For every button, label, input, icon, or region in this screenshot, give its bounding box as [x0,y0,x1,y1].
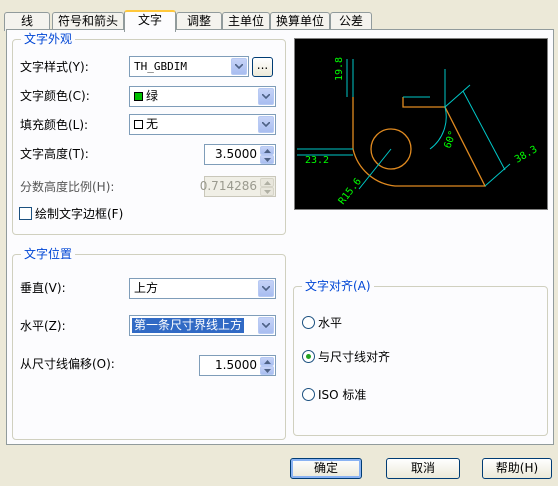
empty-swatch-icon [134,120,143,129]
text-style-label: 文字样式(Y): [20,60,89,74]
browse-style-button[interactable]: ... [252,57,273,77]
text-style-value: TH_GBDIM [134,60,187,73]
horizontal-value: 第一条尺寸界线上方 [132,318,245,333]
preview-drawing: 19.8 23.2 60° 38.3 R15.6 [297,57,539,207]
fraction-height-label: 分数高度比例(H): [20,180,115,194]
offset-label: 从尺寸线偏移(O): [20,357,115,371]
text-color-label: 文字颜色(C): [20,89,90,103]
text-height-spinner[interactable]: 3.5000 [204,144,276,165]
spin-up-icon[interactable] [260,357,274,366]
group-title: 文字外观 [21,32,76,46]
spin-up-icon[interactable] [260,146,274,155]
align-iso-label: ISO 标准 [318,388,367,402]
chevron-down-icon[interactable] [258,116,274,133]
text-height-value: 3.5000 [215,147,257,161]
text-color-value: 绿 [134,89,158,104]
align-with-dimline-radio[interactable] [302,350,315,363]
color-swatch-icon [134,92,143,101]
chevron-down-icon[interactable] [231,58,247,75]
dimension-preview: 19.8 23.2 60° 38.3 R15.6 [294,38,548,210]
offset-spinner[interactable]: 1.5000 [199,355,276,376]
align-iso-radio[interactable] [302,388,315,401]
spin-down-icon [260,187,274,196]
chevron-down-icon[interactable] [258,280,274,297]
vertical-label: 垂直(V): [20,281,66,295]
fill-color-label: 填充颜色(L): [20,118,89,132]
fill-color-select[interactable]: 无 [129,114,276,135]
preview-dim-radius: R15.6 [337,176,364,206]
fraction-height-value: 0.714286 [199,179,257,193]
spin-down-icon[interactable] [260,155,274,164]
radio-selected-icon [306,354,311,359]
group-title: 文字位置 [21,247,76,261]
spin-down-icon[interactable] [260,366,274,375]
text-color-select[interactable]: 绿 [129,86,276,107]
horizontal-select[interactable]: 第一条尺寸界线上方 [129,315,276,336]
draw-frame-label: 绘制文字边框(F) [35,207,124,221]
chevron-down-icon[interactable] [258,317,274,334]
preview-dim-right: 38.3 [513,144,539,166]
offset-value: 1.5000 [215,358,257,372]
ok-button[interactable]: 确定 [290,458,362,479]
spin-up-icon [260,178,274,187]
text-style-select[interactable]: TH_GBDIM [129,56,249,77]
align-horizontal-label: 水平 [318,316,343,330]
preview-dim-angle: 60° [442,129,459,150]
draw-frame-checkbox[interactable] [19,207,32,220]
fraction-height-spinner: 0.714286 [200,176,276,197]
text-height-label: 文字高度(T): [20,147,89,161]
group-title: 文字对齐(A) [302,279,374,293]
chevron-down-icon[interactable] [258,88,274,105]
fill-color-name: 无 [146,117,159,131]
align-with-dimline-label: 与尺寸线对齐 [318,350,391,364]
align-horizontal-radio[interactable] [302,316,315,329]
fill-color-value: 无 [134,117,158,132]
help-button[interactable]: 帮助(H) [482,458,552,479]
horizontal-label: 水平(Z): [20,319,66,333]
cancel-button[interactable]: 取消 [386,458,460,479]
preview-dim-left: 23.2 [305,155,329,166]
text-color-name: 绿 [146,89,159,103]
vertical-select[interactable]: 上方 [129,278,276,299]
tab-text[interactable]: 文字 [124,10,176,32]
vertical-value: 上方 [134,281,159,295]
preview-dim-top: 19.8 [334,57,345,81]
